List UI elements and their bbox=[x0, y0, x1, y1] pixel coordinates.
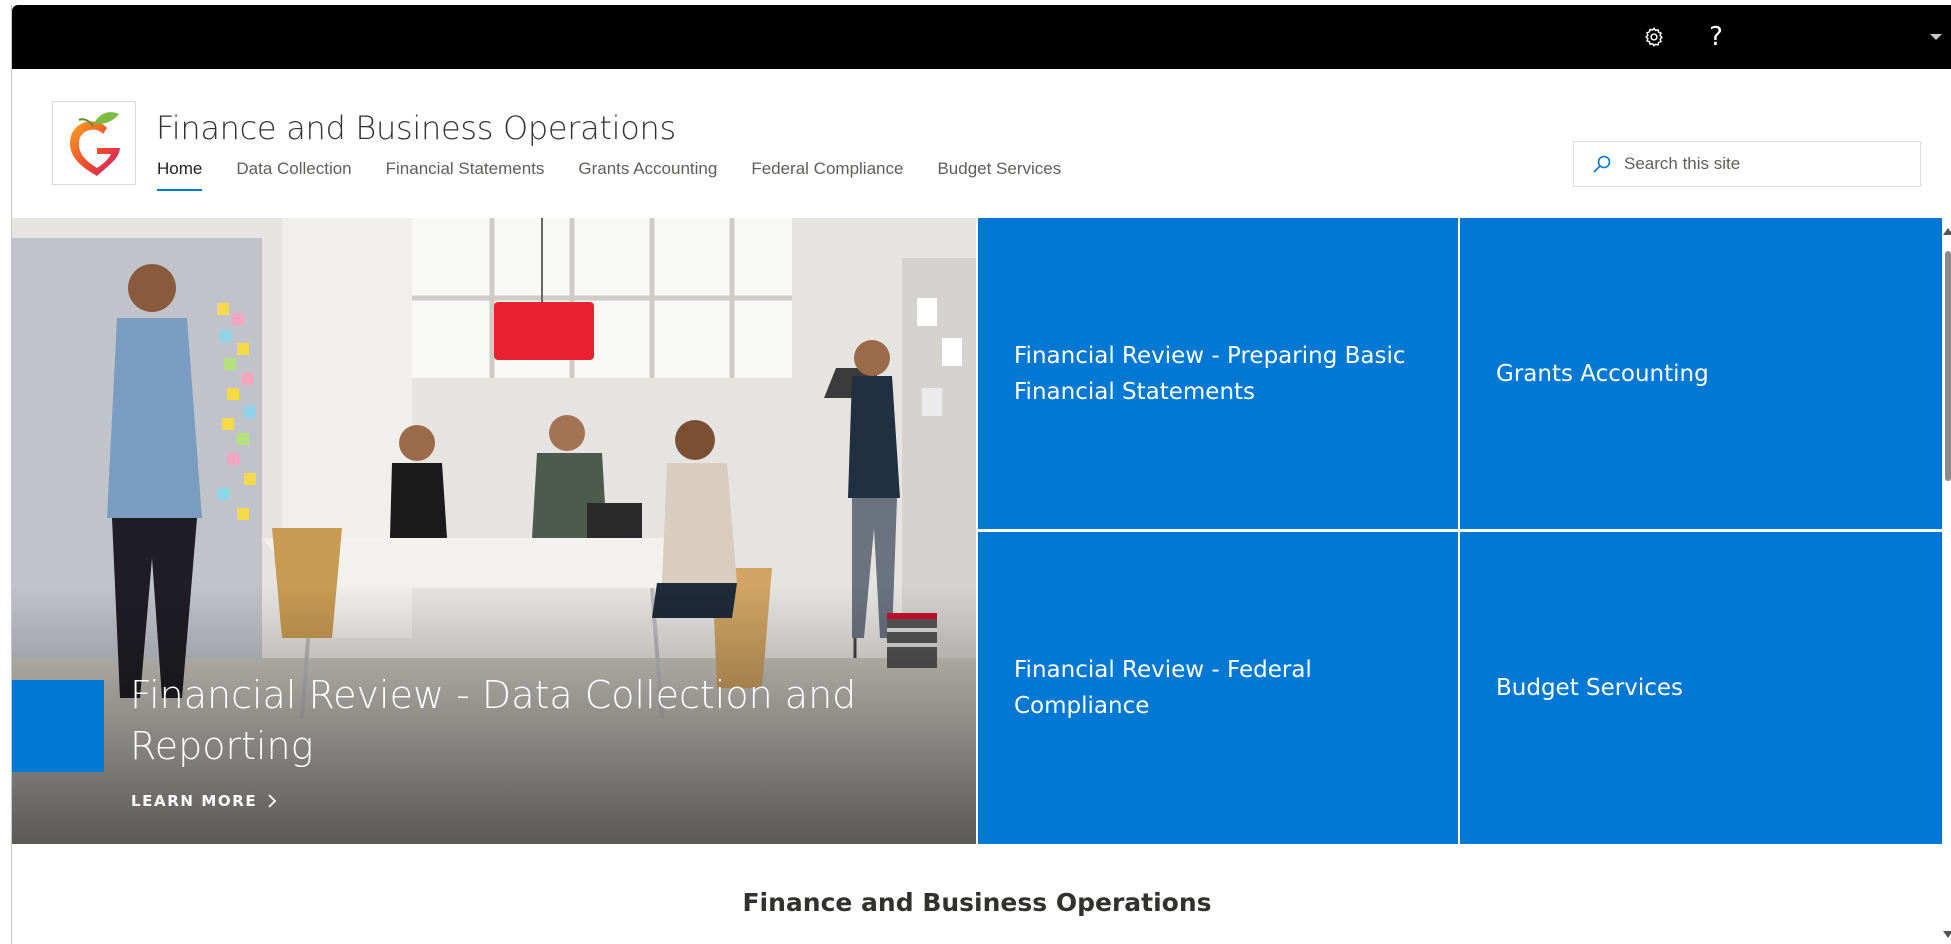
nav-item-financial-statements[interactable]: Financial Statements bbox=[386, 159, 545, 191]
help-icon: ? bbox=[1709, 22, 1723, 52]
hero-tile-grants-accounting[interactable]: Grants Accounting bbox=[1460, 218, 1942, 529]
nav-item-federal-compliance[interactable]: Federal Compliance bbox=[751, 159, 903, 191]
chevron-right-icon bbox=[268, 794, 277, 808]
learn-more-label: LEARN MORE bbox=[131, 792, 258, 810]
search-input[interactable] bbox=[1624, 154, 1904, 174]
hero-tile-federal-compliance[interactable]: Financial Review - Federal Compliance bbox=[978, 532, 1458, 844]
suite-bar: ? bbox=[12, 5, 1951, 69]
nav-item-budget-services[interactable]: Budget Services bbox=[937, 159, 1061, 191]
hero-tile-label: Financial Review - Preparing Basic Finan… bbox=[1014, 342, 1406, 405]
hero-main-panel[interactable]: Financial Review - Data Collection and R… bbox=[12, 218, 976, 844]
g-heart-logo-icon bbox=[69, 112, 120, 176]
hero-tile-label: Financial Review - Federal Compliance bbox=[1014, 657, 1312, 719]
section-heading: Finance and Business Operations bbox=[742, 888, 1212, 917]
nav-item-grants-accounting[interactable]: Grants Accounting bbox=[578, 159, 717, 191]
settings-gear-icon[interactable] bbox=[1636, 19, 1672, 55]
hero-tile-basic-financial-statements[interactable]: Financial Review - Preparing Basic Finan… bbox=[978, 218, 1458, 529]
site-title[interactable]: Finance and Business Operations bbox=[156, 109, 676, 147]
hero-tile-budget-services[interactable]: Budget Services bbox=[1460, 532, 1942, 844]
hero-main-title[interactable]: Financial Review - Data Collection and R… bbox=[130, 670, 890, 772]
hero-accent-square bbox=[12, 680, 104, 772]
help-button[interactable]: ? bbox=[1698, 19, 1734, 55]
hero-tile-label: Grants Accounting bbox=[1496, 360, 1709, 387]
site-logo[interactable] bbox=[52, 101, 136, 185]
search-icon bbox=[1593, 155, 1611, 173]
scrollbar-thumb[interactable] bbox=[1945, 251, 1951, 481]
browser-page: ? Finance and Business Operations Home D… bbox=[11, 5, 1951, 944]
scroll-up-arrow-icon[interactable] bbox=[1943, 228, 1951, 235]
nav-item-home[interactable]: Home bbox=[157, 159, 203, 191]
nav-item-data-collection[interactable]: Data Collection bbox=[236, 159, 351, 191]
scroll-down-arrow-icon[interactable] bbox=[1943, 931, 1951, 938]
search-box[interactable] bbox=[1573, 141, 1921, 187]
hero-tile-label: Budget Services bbox=[1496, 675, 1684, 701]
chevron-down-icon[interactable] bbox=[1930, 34, 1942, 40]
learn-more-link[interactable]: LEARN MORE bbox=[131, 792, 277, 810]
page-scrollbar[interactable] bbox=[1942, 218, 1951, 944]
top-navigation: Home Data Collection Financial Statement… bbox=[157, 159, 1061, 191]
